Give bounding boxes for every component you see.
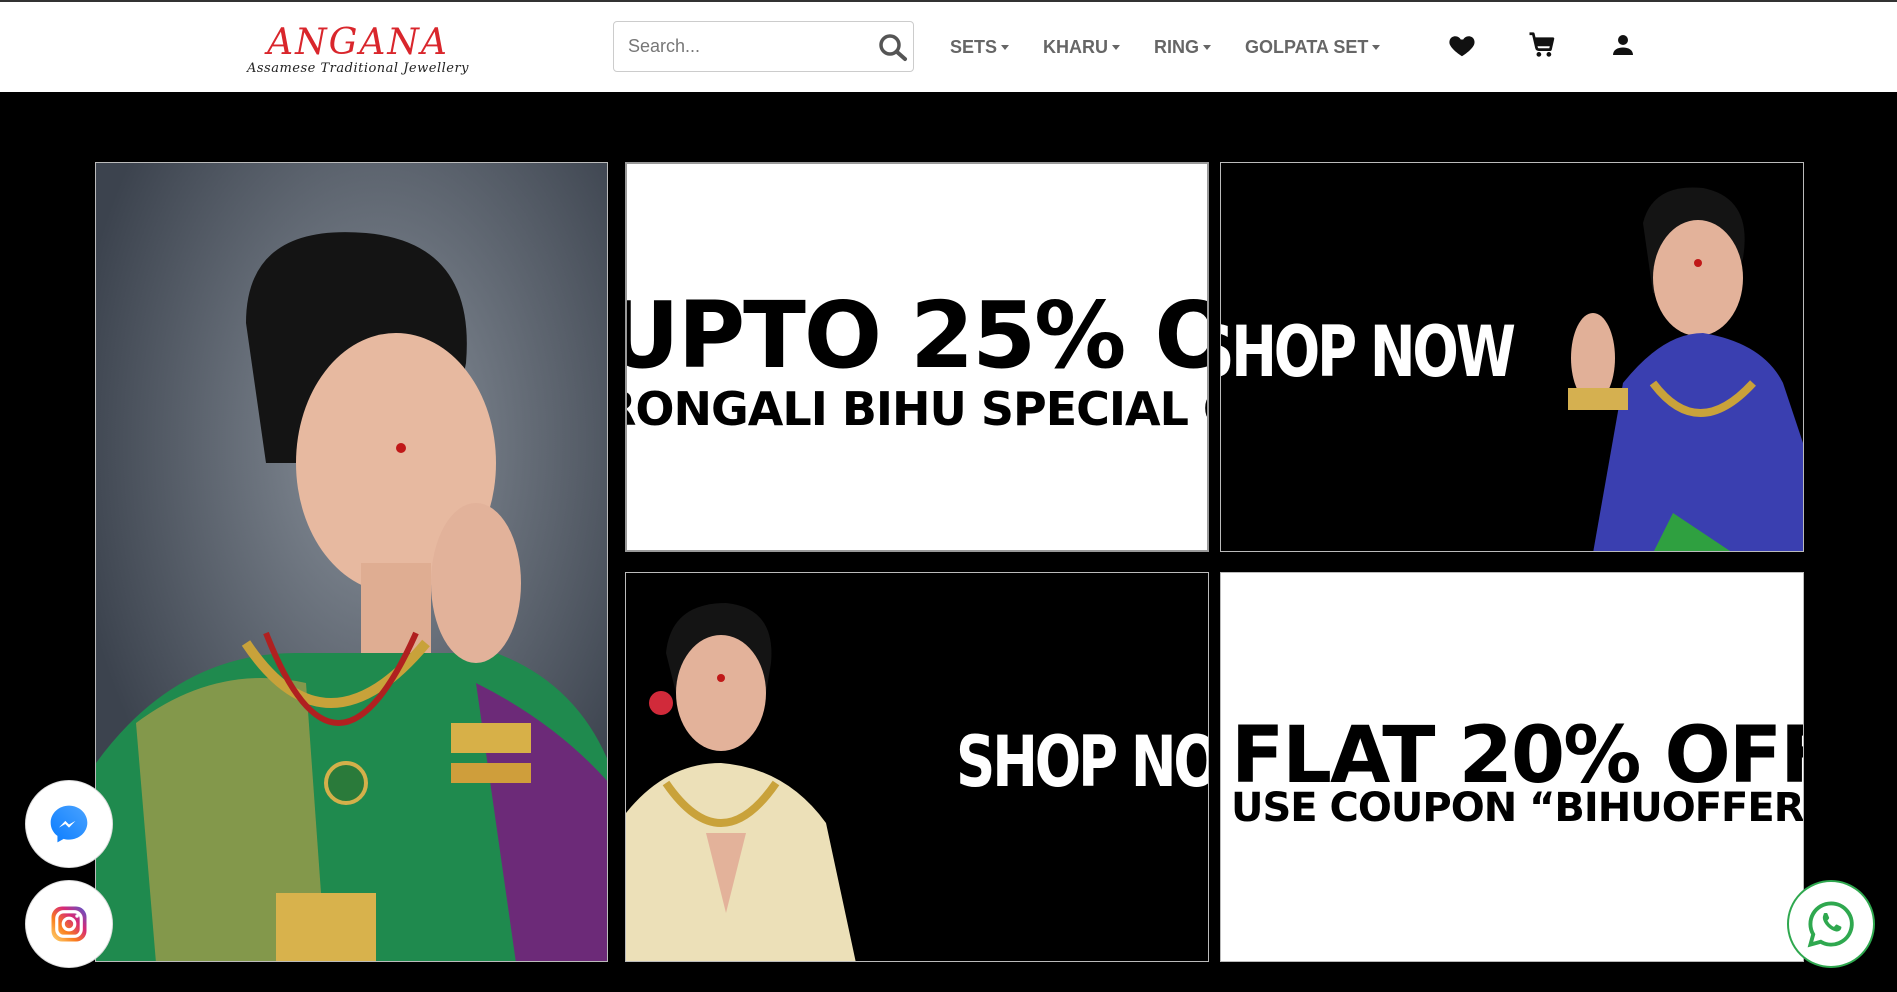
whatsapp-icon bbox=[1807, 901, 1854, 948]
search-input[interactable] bbox=[628, 22, 868, 71]
search-button[interactable] bbox=[877, 32, 909, 62]
messenger-icon bbox=[50, 805, 88, 843]
search-box bbox=[613, 21, 914, 72]
nav-golpata-set[interactable]: GOLPATA SET bbox=[1245, 36, 1381, 58]
hero-banner-portrait[interactable] bbox=[95, 162, 608, 962]
wishlist-button[interactable] bbox=[1447, 30, 1477, 60]
nav-kharu[interactable]: KHARU bbox=[1043, 36, 1121, 58]
heart-icon bbox=[1449, 36, 1475, 57]
model-dancer-image bbox=[1568, 187, 1803, 551]
caret-down-icon bbox=[1001, 44, 1010, 50]
site-logo[interactable]: ANGANA Assamese Traditional Jewellery bbox=[238, 24, 478, 80]
instagram-button[interactable] bbox=[25, 880, 113, 968]
model-greeting-image bbox=[626, 603, 856, 961]
promo-banner-coupon[interactable]: FLAT 20% OFF USE COUPON “BIHUOFFER” bbox=[1220, 572, 1804, 962]
nav-sets[interactable]: SETS bbox=[950, 36, 1010, 58]
logo-subtitle: Assamese Traditional Jewellery bbox=[246, 61, 470, 76]
shop-now-text: SHOP NOW bbox=[956, 721, 1208, 803]
caret-down-icon bbox=[1203, 44, 1212, 50]
nav-ring-label: RING bbox=[1154, 36, 1200, 57]
cart-button[interactable] bbox=[1527, 30, 1557, 60]
nav-kharu-label: KHARU bbox=[1043, 36, 1109, 57]
promo-headline: UPTO 25% OFF bbox=[625, 282, 1207, 389]
nav-golpata-set-label: GOLPATA SET bbox=[1245, 36, 1369, 57]
promo-banner-shop-now-top[interactable]: SHOP NOW bbox=[1220, 162, 1804, 552]
cart-icon bbox=[1529, 32, 1555, 57]
account-button[interactable] bbox=[1608, 30, 1638, 60]
promo-banner-upto-25[interactable]: UPTO 25% OFF RONGALI BIHU SPECIAL OFFER bbox=[625, 162, 1209, 552]
caret-down-icon bbox=[1372, 44, 1381, 50]
model-portrait-image bbox=[96, 163, 607, 961]
instagram-icon bbox=[51, 906, 87, 942]
promo-banner-shop-now-bottom[interactable]: SHOP NOW bbox=[625, 572, 1209, 962]
nav-ring[interactable]: RING bbox=[1154, 36, 1212, 58]
messenger-button[interactable] bbox=[25, 780, 113, 868]
search-icon bbox=[879, 34, 907, 61]
shop-now-text: SHOP NOW bbox=[1220, 311, 1516, 393]
promo-subline: RONGALI BIHU SPECIAL OFFER bbox=[627, 382, 1207, 436]
logo-title: ANGANA bbox=[267, 22, 449, 63]
caret-down-icon bbox=[1112, 44, 1121, 50]
nav-sets-label: SETS bbox=[950, 36, 998, 57]
coupon-code-text: USE COUPON “BIHUOFFER” bbox=[1231, 785, 1804, 831]
whatsapp-button[interactable] bbox=[1787, 880, 1875, 968]
main-nav: SETS KHARU RING GOLPATA SET bbox=[950, 2, 1414, 92]
user-icon bbox=[1613, 35, 1633, 55]
